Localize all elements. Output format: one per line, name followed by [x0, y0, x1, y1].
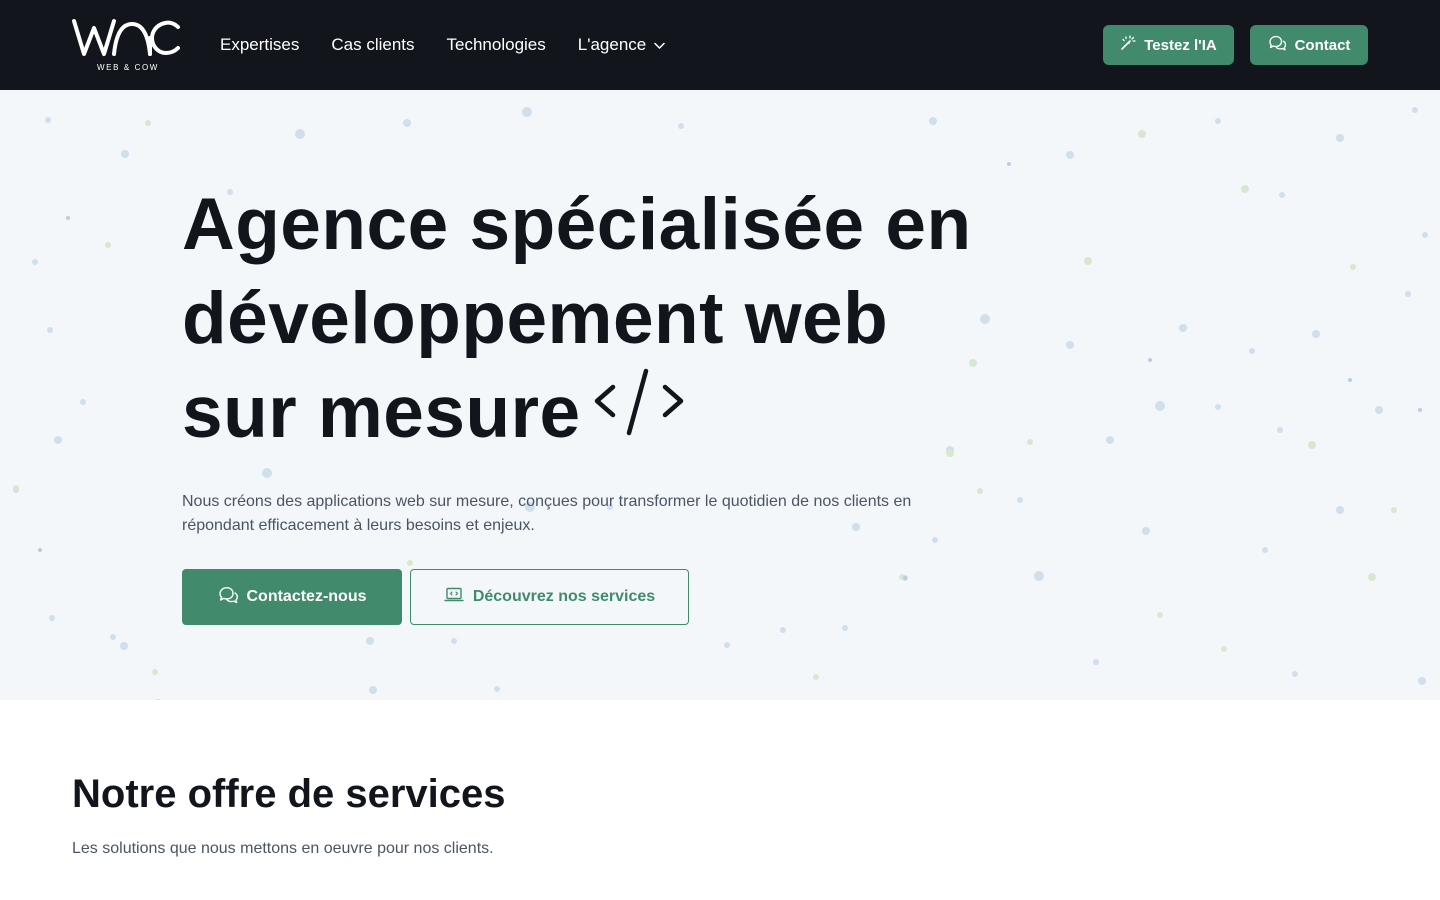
logo-subtitle: WEB & COW	[97, 63, 159, 72]
discover-services-label: Découvrez nos services	[472, 588, 656, 605]
chat-bubbles-icon	[218, 586, 239, 609]
laptop-code-icon	[444, 587, 464, 608]
nav-item-label: Cas clients	[331, 35, 415, 54]
nav-item-cas-clients[interactable]: Cas clients	[331, 35, 414, 55]
services-subtitle: Les solutions que nous mettons en oeuvre…	[72, 840, 494, 857]
nav-item-label: L'agence	[577, 35, 647, 54]
code-icon	[591, 363, 687, 462]
services-section: Notre offre de services Les solutions qu…	[0, 700, 1440, 900]
test-ia-button[interactable]: Testez l'IA	[1103, 25, 1234, 65]
services-title: Notre offre de services	[72, 772, 506, 816]
nav-item-agence[interactable]: L'agence	[578, 35, 665, 55]
hero-section: Agence spécialisée en développement web …	[0, 90, 1440, 700]
hero-title: Agence spécialisée en développement web …	[182, 178, 1082, 462]
contact-us-button[interactable]: Contactez-nous	[182, 569, 402, 625]
nav-item-label: Technologies	[446, 35, 546, 54]
chat-bubbles-icon	[1268, 35, 1287, 55]
magic-wand-icon	[1120, 35, 1136, 55]
wac-logo[interactable]: WEB & COW	[72, 18, 182, 72]
chevron-down-icon	[654, 35, 665, 55]
hero-title-line-2: développement web	[182, 278, 889, 359]
nav-item-technologies[interactable]: Technologies	[447, 35, 546, 55]
nav-item-expertises[interactable]: Expertises	[220, 35, 299, 55]
hero-title-line-3-wrapper: sur mesure	[182, 366, 1082, 462]
site-header: WEB & COW Expertises Cas clients Technol…	[0, 0, 1440, 90]
hero-title-line-1: Agence spécialisée en	[182, 184, 972, 265]
nav-item-label: Expertises	[220, 35, 300, 54]
contact-label: Contact	[1294, 36, 1351, 54]
main-nav: Expertises Cas clients Technologies L'ag…	[220, 0, 697, 90]
hero-description: Nous créons des applications web sur mes…	[182, 493, 912, 534]
hero-title-line-3: sur mesure	[182, 372, 581, 453]
test-ia-label: Testez l'IA	[1144, 36, 1217, 54]
discover-services-button[interactable]: Découvrez nos services	[410, 569, 689, 625]
contact-button[interactable]: Contact	[1250, 25, 1368, 65]
contact-us-label: Contactez-nous	[246, 588, 367, 605]
logo-mark	[72, 19, 180, 56]
